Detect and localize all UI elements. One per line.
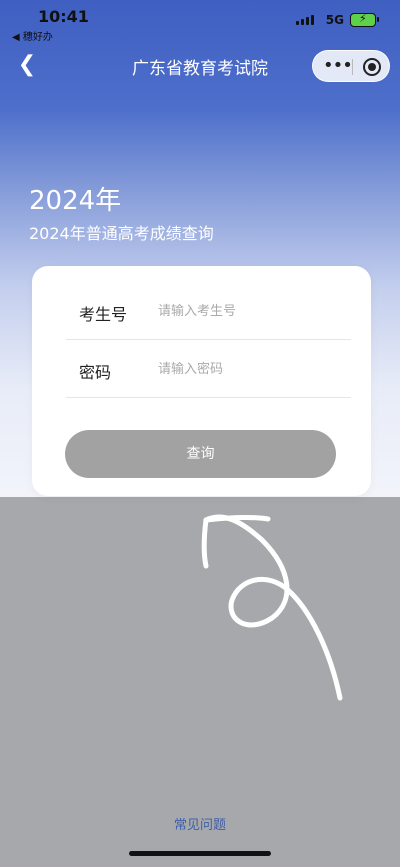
nav-bar: ❮ 广东省教育考试院 •••	[0, 44, 400, 88]
password-label: 密码	[79, 363, 112, 382]
hero-year: 2024年	[29, 186, 122, 216]
signal-icon	[296, 15, 314, 25]
status-time: 10:41	[38, 7, 89, 26]
status-bar: 10:41 ◀ 穗好办 5G ⚡	[0, 0, 400, 44]
home-indicator[interactable]	[129, 851, 271, 856]
target-circle-icon[interactable]	[363, 58, 381, 76]
query-button[interactable]: 查询	[65, 430, 336, 478]
back-to-app-link[interactable]: ◀ 穗好办	[12, 28, 53, 43]
query-form-card: 考生号 密码 查询	[32, 266, 371, 496]
battery-charging-icon: ⚡	[350, 12, 379, 27]
password-row: 密码	[66, 342, 351, 398]
more-dots-icon[interactable]: •••	[323, 55, 353, 76]
faq-link[interactable]: 常见问题	[0, 814, 400, 833]
exam-number-label: 考生号	[79, 305, 128, 324]
exam-number-input[interactable]	[158, 300, 348, 322]
password-input[interactable]	[158, 358, 348, 380]
network-type: 5G	[325, 13, 344, 27]
hero-subtitle: 2024年普通高考成绩查询	[29, 224, 214, 243]
mini-program-capsule: •••	[312, 50, 390, 82]
exam-number-row: 考生号	[66, 284, 351, 340]
capsule-divider	[352, 59, 353, 75]
